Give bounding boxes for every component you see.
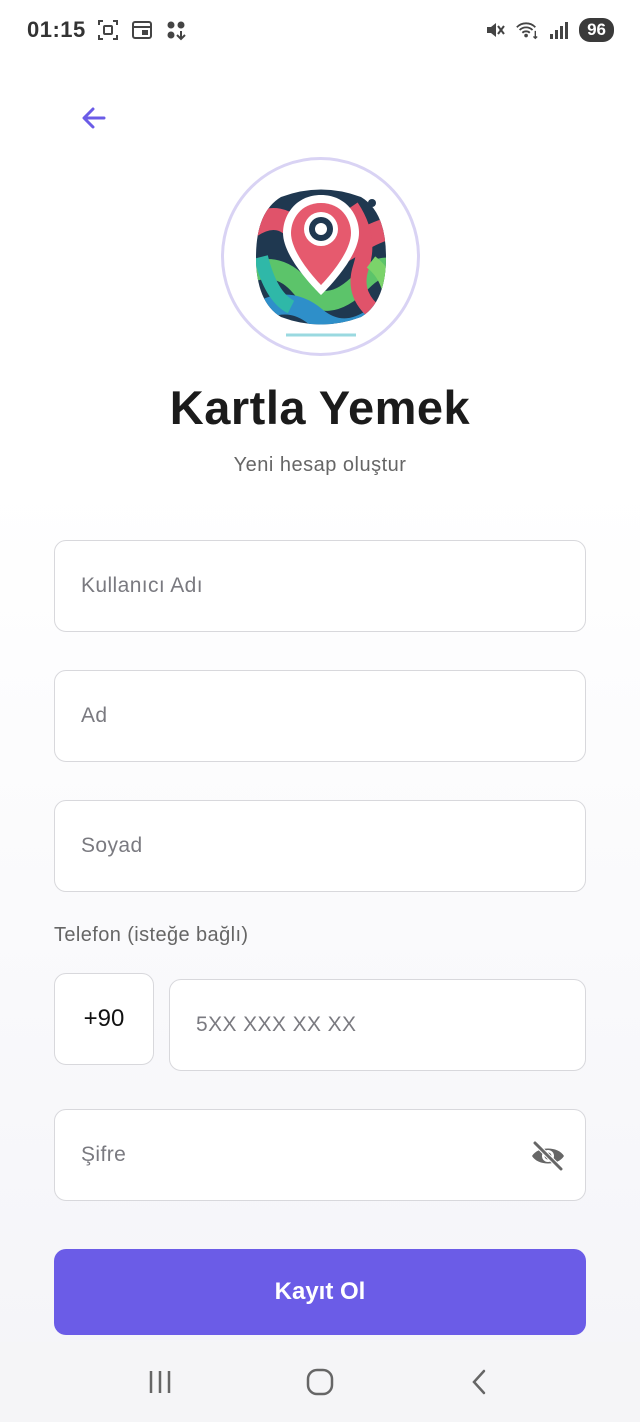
screenshot-icon	[96, 18, 120, 42]
first-name-input[interactable]	[81, 704, 559, 728]
password-input[interactable]	[81, 1143, 559, 1167]
username-input[interactable]	[81, 574, 559, 598]
phone-input[interactable]	[196, 1013, 559, 1037]
register-button[interactable]: Kayıt Ol	[54, 1249, 586, 1335]
map-pin-logo	[255, 189, 386, 336]
wifi-icon	[515, 18, 539, 42]
home-button[interactable]	[290, 1352, 350, 1412]
calendar-icon	[130, 18, 154, 42]
username-field-wrap	[54, 540, 586, 632]
home-icon	[306, 1368, 334, 1396]
first-name-field-wrap	[54, 670, 586, 762]
last-name-field-wrap	[54, 800, 586, 892]
signal-icon	[547, 18, 571, 42]
mute-icon	[483, 18, 507, 42]
system-back-button[interactable]	[450, 1352, 510, 1412]
password-field-wrap	[54, 1109, 586, 1201]
eye-off-icon	[532, 1141, 564, 1171]
password-visibility-toggle[interactable]	[529, 1137, 567, 1175]
app-logo	[221, 157, 420, 356]
phone-field-wrap	[169, 979, 586, 1071]
app-title: Kartla Yemek	[169, 381, 471, 434]
status-bar: 01:15 96	[0, 0, 640, 60]
last-name-input[interactable]	[81, 834, 559, 858]
phone-label: Telefon (isteğe bağlı)	[54, 924, 249, 946]
back-button[interactable]	[68, 92, 120, 144]
arrow-left-icon	[82, 107, 106, 129]
recent-apps-button[interactable]	[130, 1352, 190, 1412]
country-code-selector[interactable]: +90	[54, 973, 154, 1065]
status-right: 96	[483, 18, 614, 42]
status-time: 01:15	[27, 17, 86, 42]
page-subtitle: Yeni hesap oluştur	[233, 454, 407, 476]
back-icon	[472, 1369, 486, 1395]
grid-icon	[164, 18, 188, 42]
battery-level: 96	[579, 18, 614, 42]
system-nav-bar	[0, 1342, 640, 1422]
status-left: 01:15	[27, 17, 188, 43]
recent-apps-icon	[149, 1371, 171, 1393]
